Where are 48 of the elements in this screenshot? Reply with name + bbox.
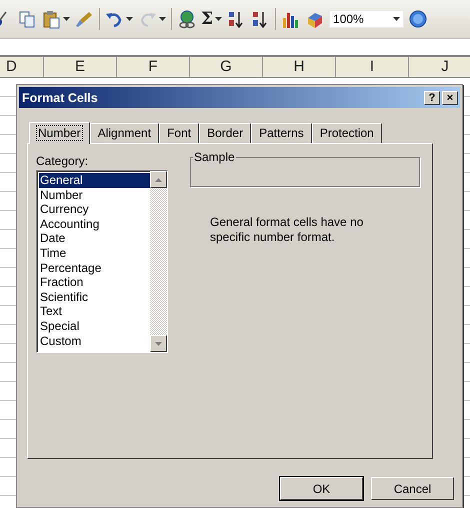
list-item[interactable]: Date: [39, 231, 150, 246]
help-button[interactable]: ?: [424, 90, 440, 104]
dropdown-arrow-icon[interactable]: [126, 17, 133, 21]
tab[interactable]: Patterns: [251, 123, 312, 143]
dropdown-arrow-icon[interactable]: [63, 17, 70, 21]
list-item[interactable]: Scientific: [39, 290, 150, 304]
copy-icon[interactable]: [18, 10, 37, 28]
globe-link-icon[interactable]: [177, 10, 196, 28]
list-item[interactable]: Fraction: [39, 275, 150, 290]
window-title: Format Cells: [22, 90, 98, 104]
ok-button[interactable]: OK: [280, 477, 363, 500]
cancel-button[interactable]: Cancel: [371, 477, 454, 500]
list-item[interactable]: Time: [39, 246, 150, 261]
brush-icon[interactable]: [75, 10, 94, 28]
autosum-button[interactable]: Σ: [201, 9, 214, 29]
column-header[interactable]: G: [190, 57, 263, 77]
help-icon[interactable]: [409, 10, 428, 28]
list-item[interactable]: General: [39, 173, 150, 188]
tab[interactable]: Font: [159, 123, 200, 143]
column-header[interactable]: H: [263, 57, 336, 77]
category-list[interactable]: General Number Currency Accounting Date Time Percentage Fraction Scientific Text Special Custom: [36, 170, 168, 353]
tab[interactable]: Border: [199, 123, 252, 143]
tab[interactable]: Number: [29, 122, 90, 144]
clipboard-icon[interactable]: [42, 10, 61, 28]
format-description: General format cells have no specific number format.: [210, 215, 364, 245]
dropdown-arrow-icon[interactable]: [393, 17, 400, 21]
column-header[interactable]: J: [409, 57, 470, 77]
scroll-down-icon[interactable]: [155, 342, 162, 346]
list-item[interactable]: Custom: [39, 334, 150, 348]
list-item[interactable]: Accounting: [39, 216, 150, 232]
list-item[interactable]: Percentage: [39, 260, 150, 276]
list-item[interactable]: Text: [39, 304, 150, 319]
tab[interactable]: Protection: [312, 123, 382, 143]
column-header[interactable]: I: [336, 57, 409, 77]
list-item[interactable]: Number: [39, 188, 150, 202]
scroll-up-icon[interactable]: [155, 178, 162, 182]
list-item[interactable]: Special: [39, 318, 150, 334]
column-header[interactable]: E: [44, 57, 117, 77]
column-header[interactable]: D: [0, 57, 44, 77]
sample-label: Sample: [193, 150, 236, 164]
tab[interactable]: Alignment: [90, 123, 160, 143]
list-item[interactable]: Currency: [39, 202, 150, 217]
column-header[interactable]: F: [117, 57, 190, 77]
zoom-field[interactable]: 100%: [329, 10, 404, 28]
scrollbar[interactable]: [150, 171, 167, 352]
dropdown-arrow-icon[interactable]: [215, 17, 222, 21]
category-label: Category:: [36, 154, 90, 168]
close-button[interactable]: ×: [442, 90, 458, 104]
